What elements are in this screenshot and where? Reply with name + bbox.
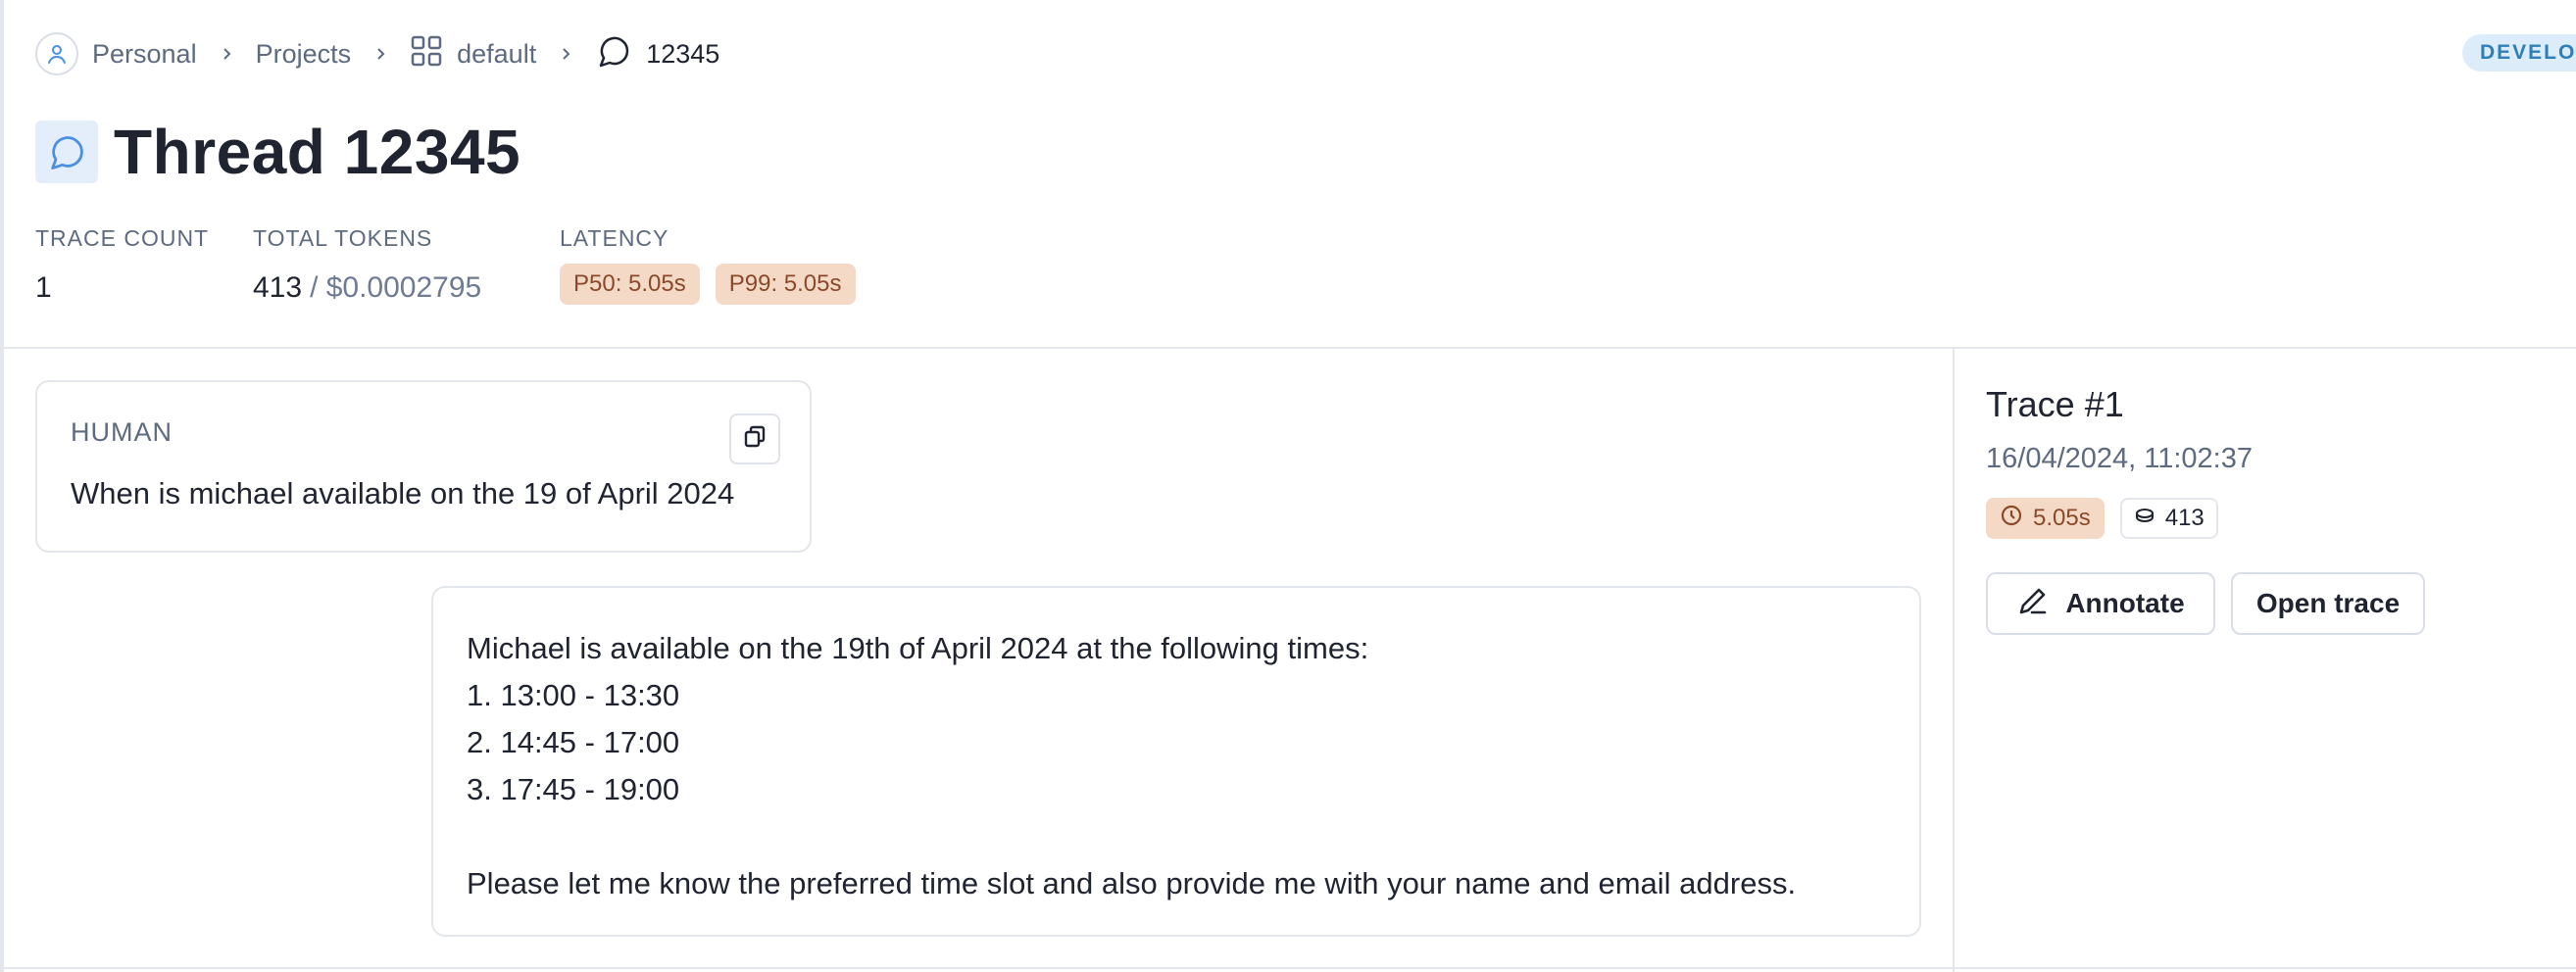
breadcrumb-projects[interactable]: Projects (256, 39, 352, 70)
annotate-button[interactable]: Annotate (1986, 572, 2215, 635)
duration-value: 5.05s (2033, 505, 2091, 531)
stat-label: TOTAL TOKENS (253, 225, 433, 251)
chevron-right-icon (219, 46, 234, 62)
chevron-right-icon (558, 46, 573, 62)
tokens-value: 413 (2164, 505, 2204, 531)
copy-icon (741, 423, 768, 456)
message-text: When is michael available on the 19 of A… (71, 476, 735, 510)
page-title: Thread 12345 (114, 117, 521, 187)
breadcrumb-personal-label: Personal (92, 38, 197, 69)
trace-title: Trace #1 (1986, 384, 2124, 424)
trace-timestamp: 16/04/2024, 11:02:37 (1986, 443, 2253, 474)
copy-button[interactable] (729, 413, 780, 464)
ai-message-card: Michael is available on the 19th of Apri… (431, 586, 1921, 937)
breadcrumb: Personal Projects default 12345 (35, 29, 719, 78)
divider (0, 967, 2576, 969)
trace-count-value: 1 (35, 271, 52, 304)
latency-p50-badge: P50: 5.05s (560, 264, 700, 305)
breadcrumb-personal[interactable]: Personal (35, 32, 197, 75)
environment-badge: DEVELOP (2462, 34, 2576, 72)
page-header: Thread 12345 (35, 116, 520, 188)
user-icon (35, 32, 78, 75)
stat-value: 413 / $0.0002795 (253, 271, 481, 305)
stat-latency: LATENCY P50: 5.05s P99: 5.05s (560, 225, 871, 305)
message-line: Michael is available on the 19th of Apri… (467, 631, 1369, 665)
grid-icon (410, 34, 443, 74)
divider (0, 347, 2576, 349)
total-tokens-value: 413 (253, 271, 303, 304)
total-tokens-cost: / $0.0002795 (310, 271, 482, 304)
trace-badges: 5.05s 413 (1986, 498, 2218, 539)
breadcrumb-projects-label: Projects (255, 38, 352, 69)
chat-bubble-icon (35, 121, 98, 183)
annotate-label: Annotate (2065, 588, 2185, 618)
clock-icon (2000, 504, 2023, 534)
message-role: HUMAN (71, 417, 173, 447)
stat-value: P50: 5.05s P99: 5.05s (560, 264, 871, 305)
message-line: 3. 17:45 - 19:00 (467, 772, 680, 806)
stat-trace-count: TRACE COUNT 1 (35, 225, 209, 305)
message-line: 1. 13:00 - 13:30 (467, 678, 680, 712)
message-line: 2. 14:45 - 17:00 (467, 725, 680, 759)
pencil-icon (2016, 584, 2050, 624)
human-message-card: HUMAN When is michael available on the 1… (35, 380, 812, 553)
divider (1953, 347, 1955, 972)
stat-total-tokens: TOTAL TOKENS 413 / $0.0002795 (253, 225, 481, 305)
breadcrumb-thread-label: 12345 (646, 38, 720, 69)
duration-badge: 5.05s (1986, 498, 2105, 539)
stat-label: TRACE COUNT (35, 225, 210, 251)
chevron-right-icon (372, 46, 388, 62)
breadcrumb-project-label: default (457, 38, 537, 69)
stat-value: 1 (35, 271, 209, 305)
coins-icon (2134, 505, 2155, 533)
latency-p99-badge: P99: 5.05s (715, 264, 856, 305)
breadcrumb-thread[interactable]: 12345 (595, 32, 719, 76)
open-trace-button[interactable]: Open trace (2231, 572, 2425, 635)
tokens-badge: 413 (2119, 498, 2218, 539)
breadcrumb-project[interactable]: default (410, 34, 536, 74)
message-line: Please let me know the preferred time sl… (467, 866, 1797, 900)
open-trace-label: Open trace (2255, 588, 2401, 618)
stat-label: LATENCY (560, 225, 669, 251)
chat-bubble-icon (595, 32, 632, 76)
